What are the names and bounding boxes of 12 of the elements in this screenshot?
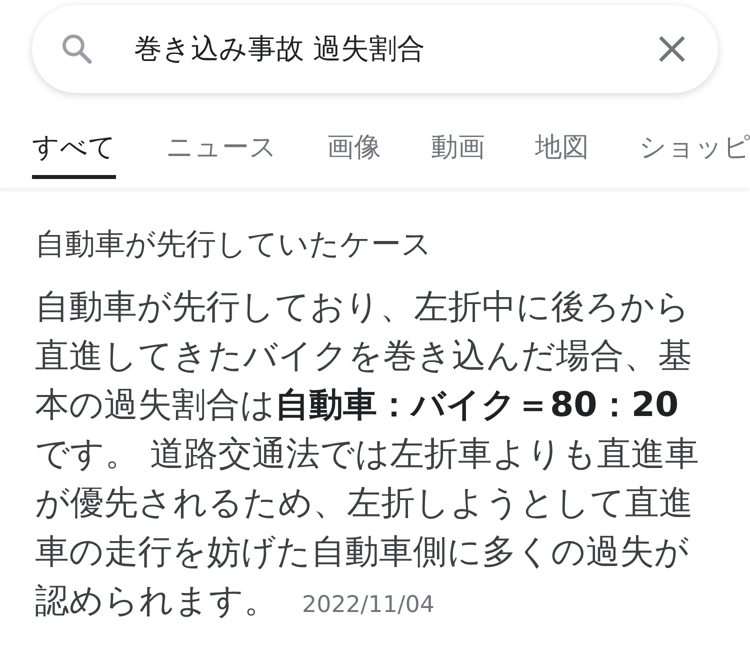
tab[interactable]: 動画 (431, 121, 485, 179)
search-field[interactable]: 巻き込み事故 過失割合 (32, 5, 718, 93)
search-query: 巻き込み事故 過失割合 (134, 31, 426, 67)
result-snippet: 自動車が先行しており、左折中に後ろから直進してきたバイクを巻き込んだ場合、基本の過失割合は自動車：バイク＝80：20です。 道路交通法では左折車よりも直進車が優先されるため、左折しようとして直進車の走行を妨げた自動車側に多くの過失が認められます。 2022/11/04 (35, 286, 700, 623)
result-title: 自動車が先行していたケース (35, 226, 433, 264)
tab[interactable]: ショッピ (639, 121, 750, 179)
tab[interactable]: 画像 (327, 121, 381, 179)
close-icon[interactable] (658, 35, 686, 63)
search-icon (60, 32, 94, 66)
tab[interactable]: すべて (32, 121, 116, 179)
tab[interactable]: ニュース (166, 121, 277, 179)
tab[interactable]: 地図 (535, 121, 589, 179)
